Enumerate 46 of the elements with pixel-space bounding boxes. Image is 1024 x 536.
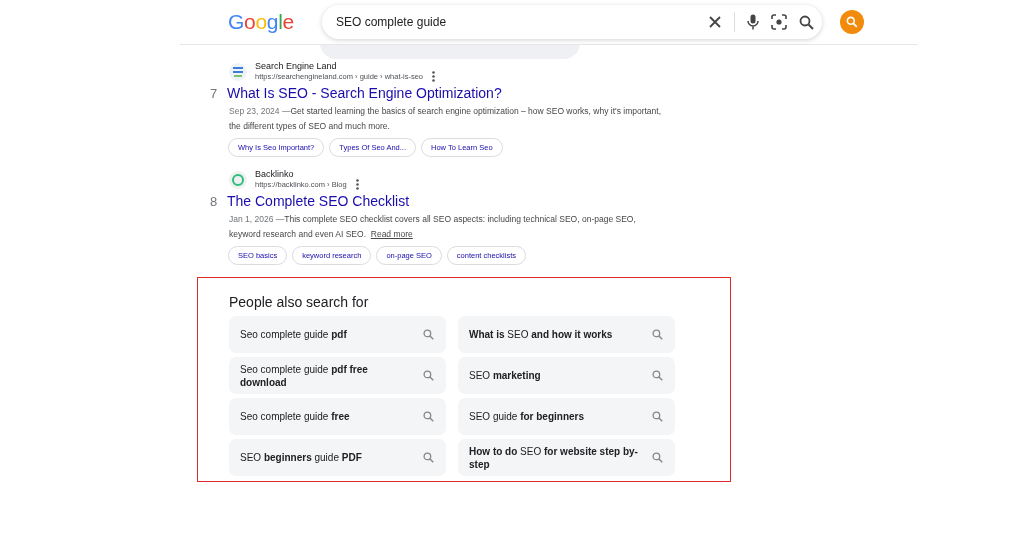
suggestion-item[interactable]: How to do SEO for website step by-step <box>458 439 675 476</box>
suggestion-text: Seo complete guide pdf free download <box>240 362 369 389</box>
site-name: Search Engine Land <box>255 61 338 71</box>
result-title-link[interactable]: The Complete SEO Checklist <box>227 193 410 209</box>
suggestion-text: How to do SEO for website step by-step <box>469 444 639 471</box>
suggestion-item[interactable]: SEO beginners guide PDF <box>229 439 446 476</box>
search-icon <box>423 329 434 340</box>
google-logo[interactable]: Google <box>228 10 322 34</box>
suggestion-text: SEO guide for beginners <box>469 410 585 423</box>
search-icon <box>652 411 663 422</box>
search-icon <box>846 16 858 28</box>
close-icon[interactable] <box>708 15 722 29</box>
suggestion-text: SEO marketing <box>469 369 541 382</box>
search-query: SEO complete guide <box>336 15 448 29</box>
site-logo-icon <box>229 62 247 81</box>
search-icon <box>423 411 434 422</box>
suggestion-text: SEO beginners guide PDF <box>240 451 362 464</box>
suggestion-text: What is SEO and how it works <box>469 328 613 341</box>
suggestion-item[interactable]: What is SEO and how it works <box>458 316 675 353</box>
result-number: 8 <box>210 194 218 209</box>
search-icon <box>652 370 663 381</box>
search-icon[interactable] <box>799 14 814 30</box>
suggestion-item[interactable]: SEO guide for beginners <box>458 398 675 435</box>
result-number: 7 <box>210 86 218 101</box>
result-title-link[interactable]: What Is SEO - Search Engine Optimization? <box>227 85 502 101</box>
microphone-icon[interactable] <box>747 14 759 30</box>
camera-icon[interactable] <box>771 14 787 30</box>
result-snippet: Sep 23, 2024 —Get started learning the basics of search engine optimization – how SEO works, why it's important, the different types of SEO and much more. <box>229 105 663 133</box>
suggestion-item[interactable]: Seo complete guide pdf free download <box>229 357 446 394</box>
more-options-icon[interactable] <box>355 179 359 190</box>
suggestion-text: Seo complete guide pdf <box>240 328 347 341</box>
suggestion-item[interactable]: SEO marketing <box>458 357 675 394</box>
search-icon <box>423 452 434 463</box>
suggestion-item[interactable]: Seo complete guide pdf <box>229 316 446 353</box>
ring-logo-icon <box>229 170 247 189</box>
site-name: Backlinko <box>255 169 295 179</box>
suggestion-item[interactable]: Seo complete guide free <box>229 398 446 435</box>
read-more-link[interactable]: Read more <box>370 229 413 239</box>
search-icon <box>423 370 434 381</box>
search-icon <box>652 329 663 340</box>
more-options-icon[interactable] <box>432 71 435 82</box>
search-icon <box>652 452 663 463</box>
result-snippet: Jan 1, 2026 —This complete SEO checklist covers all SEO aspects: including technical SEO, on-page SEO, keyword research and even AI SEO. Read more <box>229 213 637 241</box>
search-field[interactable]: SEO complete guide <box>322 5 822 39</box>
section-heading: People also search for <box>229 294 370 310</box>
suggestion-text: Seo complete guide free <box>240 410 350 423</box>
